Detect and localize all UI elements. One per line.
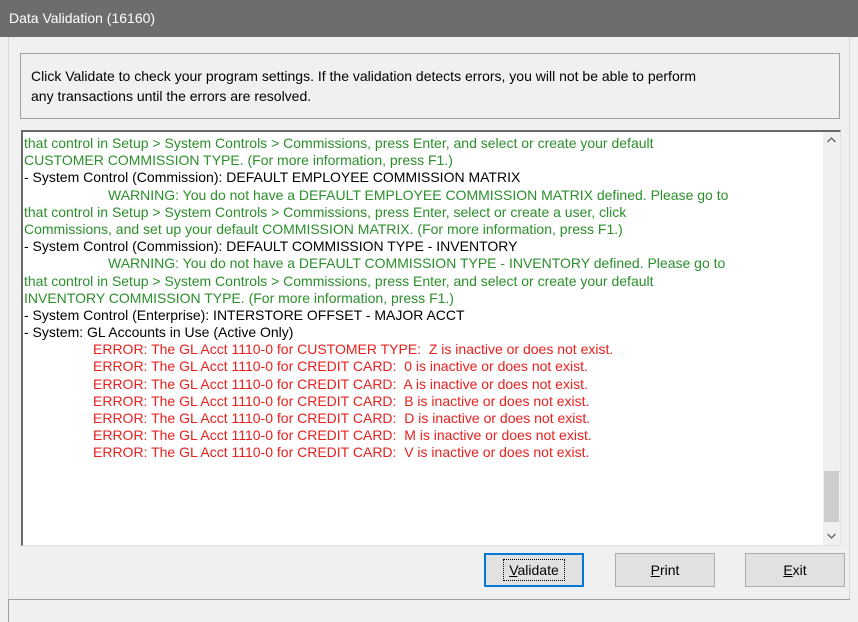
validate-mnemonic: V bbox=[509, 562, 518, 578]
error-line: ERROR: The GL Acct 1110-0 for CUSTOMER T… bbox=[93, 341, 614, 358]
warning-line: INVENTORY COMMISSION TYPE. (For more inf… bbox=[24, 289, 454, 306]
print-button[interactable]: Print bbox=[615, 553, 715, 587]
warning-line: that control in Setup > System Controls … bbox=[24, 135, 654, 151]
instructions-line-1: Click Validate to check your program set… bbox=[31, 68, 697, 84]
error-line: ERROR: The GL Acct 1110-0 for CREDIT CAR… bbox=[93, 410, 591, 426]
error-line: ERROR: The GL Acct 1110-0 for CREDIT CAR… bbox=[93, 375, 588, 392]
warning-line: Commissions, and set up your default COM… bbox=[24, 220, 623, 237]
data-validation-window: Data Validation (16160) Click Validate t… bbox=[0, 0, 858, 622]
print-mnemonic: P bbox=[650, 562, 660, 578]
exit-mnemonic: E bbox=[783, 562, 793, 578]
validate-label: alidate bbox=[517, 562, 559, 578]
error-line: ERROR: The GL Acct 1110-0 for CREDIT CAR… bbox=[93, 358, 588, 375]
status-bar bbox=[8, 599, 850, 622]
validate-focus-rect: Validate bbox=[503, 559, 565, 581]
warning-line: CUSTOMER COMMISSION TYPE. (For more info… bbox=[24, 152, 453, 169]
validate-button[interactable]: Validate bbox=[484, 553, 584, 587]
exit-label: xit bbox=[792, 562, 807, 578]
validation-item-line: - System Control (Enterprise): INTERSTOR… bbox=[24, 306, 465, 323]
instructions-panel: Click Validate to check your program set… bbox=[20, 53, 840, 119]
instructions-line-2: any transactions until the errors are re… bbox=[31, 88, 312, 104]
results-scrollbar[interactable] bbox=[823, 132, 840, 545]
exit-button[interactable]: Exit bbox=[745, 553, 845, 587]
warning-line: that control in Setup > System Controls … bbox=[24, 272, 654, 289]
dialog-body: Click Validate to check your program set… bbox=[8, 37, 850, 599]
window-title: Data Validation (16160) bbox=[0, 0, 858, 37]
chevron-up-icon[interactable] bbox=[823, 132, 840, 149]
validation-item-line: - System Control (Commission): DEFAULT E… bbox=[24, 169, 521, 186]
validation-item-line: - System Control (Commission): DEFAULT C… bbox=[24, 238, 518, 255]
error-line: ERROR: The GL Acct 1110-0 for CREDIT CAR… bbox=[93, 444, 590, 461]
print-label: rint bbox=[659, 562, 680, 578]
validation-item-line: - System: GL Accounts in Use (Active Onl… bbox=[24, 324, 294, 341]
validation-results-box[interactable]: that control in Setup > System Controls … bbox=[21, 130, 841, 546]
validation-results-text: that control in Setup > System Controls … bbox=[24, 135, 820, 462]
chevron-down-icon[interactable] bbox=[823, 528, 840, 545]
warning-line: that control in Setup > System Controls … bbox=[24, 203, 627, 220]
warning-line: WARNING: You do not have a DEFAULT EMPLO… bbox=[108, 186, 729, 203]
error-line: ERROR: The GL Acct 1110-0 for CREDIT CAR… bbox=[93, 427, 592, 444]
scrollbar-thumb[interactable] bbox=[824, 471, 839, 522]
error-line: ERROR: The GL Acct 1110-0 for CREDIT CAR… bbox=[93, 392, 590, 409]
warning-line: WARNING: You do not have a DEFAULT COMMI… bbox=[108, 255, 726, 272]
